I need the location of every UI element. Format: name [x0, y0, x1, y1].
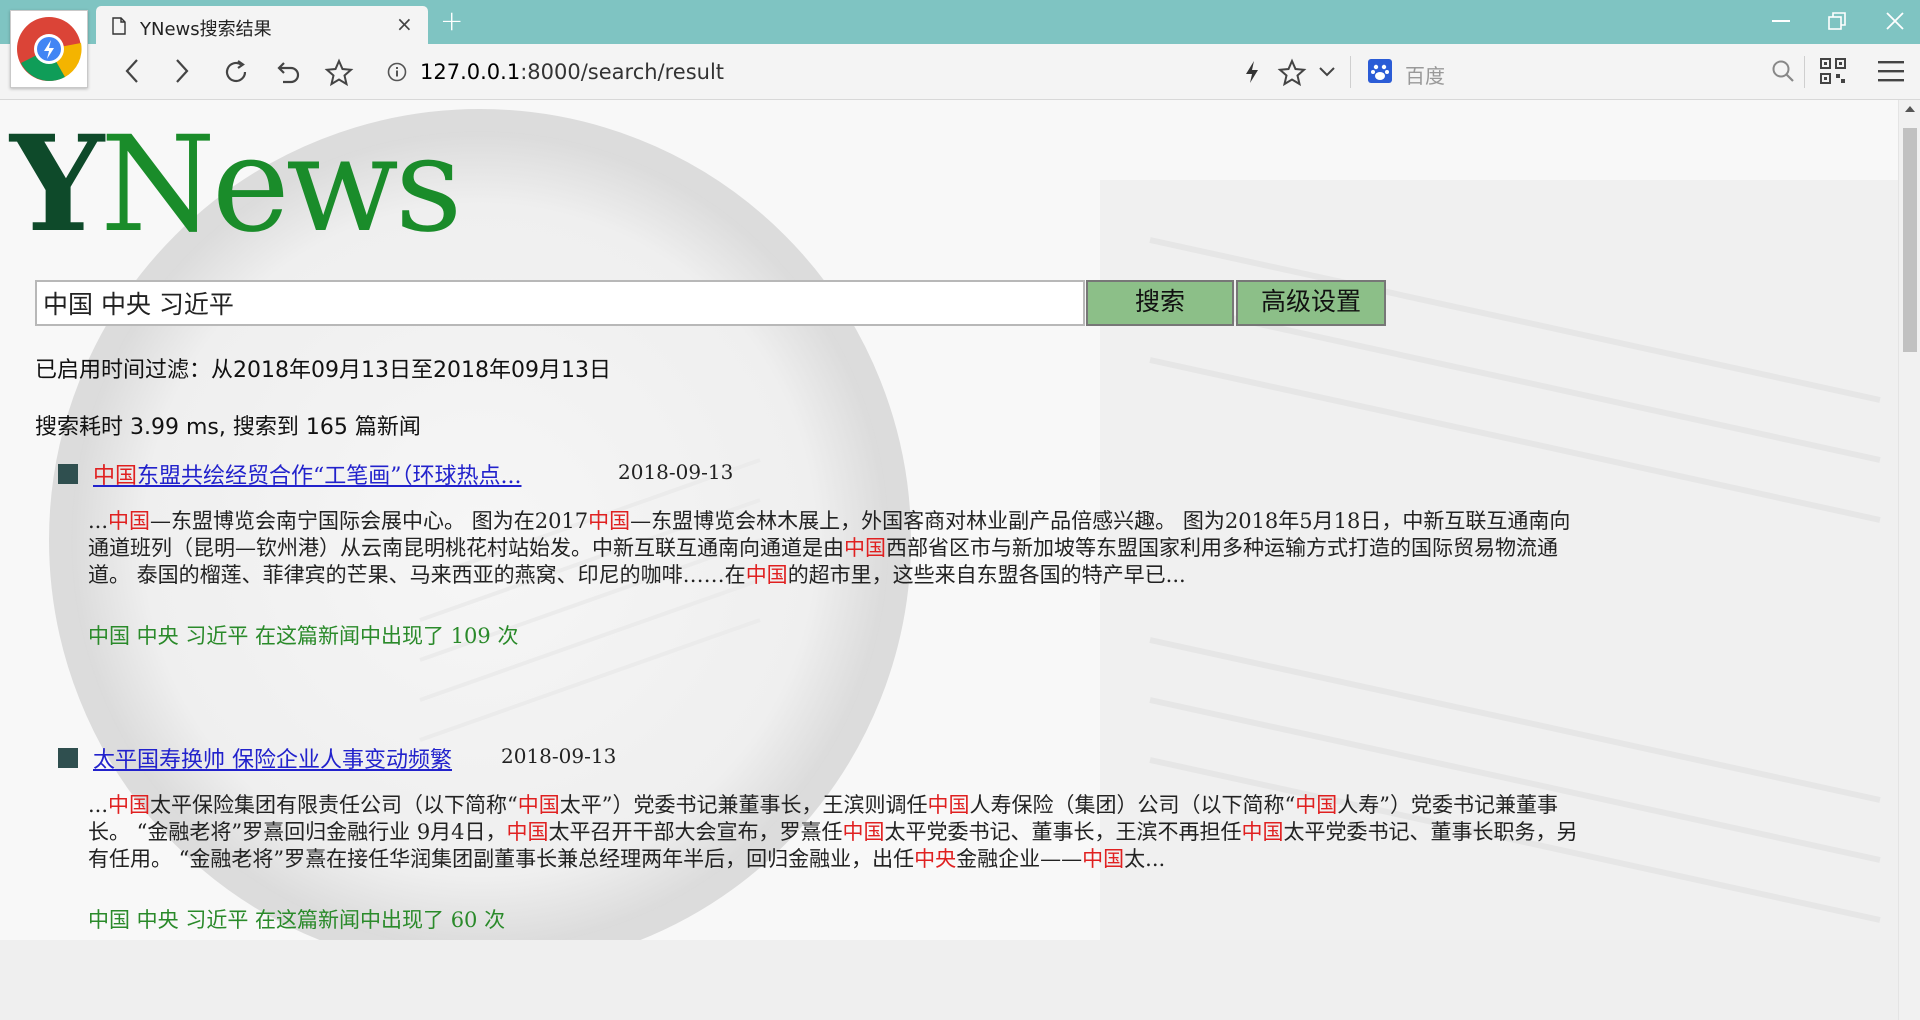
forward-icon[interactable] [174, 58, 190, 84]
menu-icon[interactable] [1878, 60, 1904, 82]
keyword-highlight: 中国 [844, 536, 886, 560]
tab-title: YNews搜索结果 [140, 19, 272, 40]
result-keyword-count: 中国 中央 习近平 在这篇新闻中出现了 109 次 [88, 624, 519, 648]
time-filter-notice: 已启用时间过滤：从2018年09月13日至2018年09月13日 [35, 358, 611, 383]
page-icon [112, 17, 126, 35]
search-stats: 搜索耗时 3.99 ms, 搜索到 165 篇新闻 [35, 415, 421, 440]
url-host: 127.0.0.1 [420, 60, 521, 84]
restore-icon[interactable] [1828, 12, 1846, 30]
baidu-icon[interactable] [1368, 59, 1392, 83]
result-snippet: ...中国太平保险集团有限责任公司（以下简称“中国太平”）党委书记兼董事长，王滨… [88, 792, 1578, 873]
bookmark-star-icon[interactable] [324, 58, 354, 88]
toolbar-divider [1804, 56, 1805, 88]
search-button[interactable]: 搜索 [1086, 280, 1234, 326]
keyword-highlight: 中国 [108, 509, 151, 533]
snippet-text: 太平召开干部大会宣布，罗熹任 [548, 820, 843, 844]
result-title-link[interactable]: 中国东盟共绘经贸合作“工笔画”（环球热点... [93, 458, 522, 490]
result-title-link[interactable]: 太平国寿换帅 保险企业人事变动频繁 [93, 742, 452, 774]
tab-strip: YNews搜索结果 × + [0, 0, 1920, 44]
page-scrollbar[interactable] [1898, 100, 1920, 1020]
result-date: 2018-09-13 [501, 744, 617, 768]
snippet-text: 太平保险集团有限责任公司（以下简称“ [150, 793, 518, 817]
snippet-text: 的超市里，这些来自东盟各国的特产早已... [787, 563, 1186, 587]
site-info-icon[interactable] [387, 62, 407, 82]
search-engine-label[interactable]: 百度 [1405, 60, 1445, 89]
keyword-highlight: 中国 [842, 820, 885, 844]
keyword-highlight: 中国 [1295, 793, 1338, 817]
keyword-highlight: 中国 [108, 793, 151, 817]
snippet-text: 金融企业—— [956, 847, 1083, 871]
tab-close-icon[interactable]: × [396, 14, 413, 34]
keyword-highlight: 中国 [1241, 820, 1284, 844]
browser-logo-icon [17, 17, 82, 81]
minimize-icon[interactable] [1772, 20, 1790, 22]
scroll-thumb[interactable] [1903, 128, 1917, 352]
back-icon[interactable] [124, 58, 140, 84]
keyword-highlight: 中国 [927, 793, 970, 817]
url-path: :8000/search/result [520, 60, 725, 84]
search-input[interactable] [35, 280, 1085, 326]
result-snippet: ...中国—东盟博览会南宁国际会展中心。 图为在2017中国—东盟博览会林木展上… [88, 508, 1578, 589]
lightning-icon[interactable] [1244, 60, 1260, 84]
snippet-text: 人寿保险（集团）公司（以下简称“ [969, 793, 1296, 817]
keyword-highlight: 中国 [1082, 847, 1125, 871]
keyword-highlight: 中国 [517, 793, 560, 817]
chevron-down-icon[interactable] [1318, 66, 1336, 78]
undo-icon[interactable] [274, 58, 302, 86]
keyword-highlight: 中国 [588, 509, 631, 533]
page-content: YNews 搜索 高级设置 已启用时间过滤：从2018年09月13日至2018年… [0, 100, 1898, 1020]
new-tab-button[interactable]: + [440, 6, 463, 36]
address-bar[interactable]: 127.0.0.1:8000/search/result [420, 60, 724, 84]
advanced-settings-button[interactable]: 高级设置 [1236, 280, 1386, 326]
snippet-text: 太平党委书记、董事长，王滨不再担任 [884, 820, 1242, 844]
search-icon[interactable] [1770, 58, 1796, 84]
ynews-logo: YNews [10, 107, 463, 262]
result-date: 2018-09-13 [618, 460, 734, 484]
close-window-icon[interactable] [1886, 12, 1904, 30]
snippet-text: ... [88, 793, 109, 817]
toolbar-divider [1350, 56, 1351, 88]
bullet-icon [58, 748, 78, 768]
keyword-highlight: 中央 [914, 847, 957, 871]
snippet-text: ... [88, 509, 109, 533]
reload-icon[interactable] [222, 58, 250, 86]
snippet-text: 太平”）党委书记兼董事长，王滨则调任 [559, 793, 928, 817]
result-keyword-count: 中国 中央 习近平 在这篇新闻中出现了 60 次 [88, 908, 506, 932]
tab-active[interactable]: YNews搜索结果 × [96, 6, 428, 44]
favorite-star-icon[interactable] [1277, 58, 1307, 88]
snippet-text: —东盟博览会南宁国际会展中心。 图为在2017 [150, 509, 589, 533]
keyword-highlight: 中国 [745, 563, 788, 587]
qr-code-icon[interactable] [1820, 58, 1846, 84]
browser-logo[interactable] [10, 10, 88, 88]
scroll-up-icon[interactable] [1905, 106, 1915, 112]
snippet-text: 太... [1124, 847, 1166, 871]
keyword-highlight: 中国 [506, 820, 549, 844]
bullet-icon [58, 464, 78, 484]
browser-toolbar: 127.0.0.1:8000/search/result 百度 [0, 44, 1920, 100]
